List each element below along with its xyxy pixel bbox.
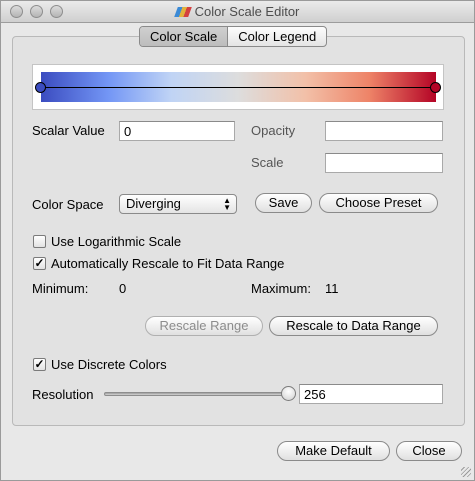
color-space-label: Color Space: [32, 197, 104, 212]
colormap-point-handle-left[interactable]: [35, 82, 46, 93]
colormap-point-handle-right[interactable]: [430, 82, 441, 93]
title-bar: Color Scale Editor: [1, 1, 474, 23]
scalar-value-input[interactable]: [119, 121, 235, 141]
checkmark-icon: ✓: [34, 256, 45, 270]
checkmark-icon: ✓: [34, 357, 45, 371]
discrete-colors-checkbox[interactable]: ✓: [33, 358, 46, 371]
select-arrows-icon: ▲ ▼: [223, 196, 231, 212]
discrete-colors-label: Use Discrete Colors: [51, 357, 167, 372]
scale-input[interactable]: [325, 153, 443, 173]
opacity-input[interactable]: [325, 121, 443, 141]
save-button[interactable]: Save: [255, 193, 312, 213]
resolution-input[interactable]: [299, 384, 443, 404]
close-button[interactable]: Close: [396, 441, 462, 461]
auto-rescale-label: Automatically Rescale to Fit Data Range: [51, 256, 285, 271]
opacity-label: Opacity: [251, 123, 296, 138]
tab-color-legend[interactable]: Color Legend: [228, 27, 326, 46]
minimum-value: 0: [119, 281, 127, 296]
minimum-label: Minimum:: [32, 281, 89, 296]
color-space-select[interactable]: Diverging ▲ ▼: [119, 194, 237, 214]
auto-rescale-checkbox[interactable]: ✓: [33, 257, 46, 270]
make-default-button[interactable]: Make Default: [277, 441, 390, 461]
color-space-value: Diverging: [126, 196, 181, 211]
rescale-range-button[interactable]: Rescale Range: [145, 316, 263, 336]
maximum-label: Maximum:: [251, 281, 311, 296]
choose-preset-button[interactable]: Choose Preset: [319, 193, 438, 213]
tab-bar: Color Scale Color Legend: [139, 26, 328, 47]
window-title-wrap: Color Scale Editor: [1, 4, 474, 19]
log-scale-checkbox[interactable]: [33, 235, 46, 248]
scalar-value-label: Scalar Value: [32, 123, 105, 138]
maximum-value: 11: [325, 281, 339, 296]
resolution-slider-track[interactable]: [104, 392, 292, 396]
log-scale-label: Use Logarithmic Scale: [51, 234, 182, 249]
scale-label: Scale: [251, 155, 284, 170]
tab-color-scale[interactable]: Color Scale: [140, 27, 229, 46]
paraview-app-icon: [173, 7, 192, 17]
window-title: Color Scale Editor: [194, 4, 300, 19]
colormap-baseline: [41, 87, 436, 88]
rescale-to-data-range-button[interactable]: Rescale to Data Range: [269, 316, 438, 336]
resize-grip-icon[interactable]: [461, 467, 471, 477]
resolution-label: Resolution: [32, 387, 94, 402]
color-scale-editor-window: Color Scale Editor Color Scale Color Leg…: [0, 0, 475, 481]
